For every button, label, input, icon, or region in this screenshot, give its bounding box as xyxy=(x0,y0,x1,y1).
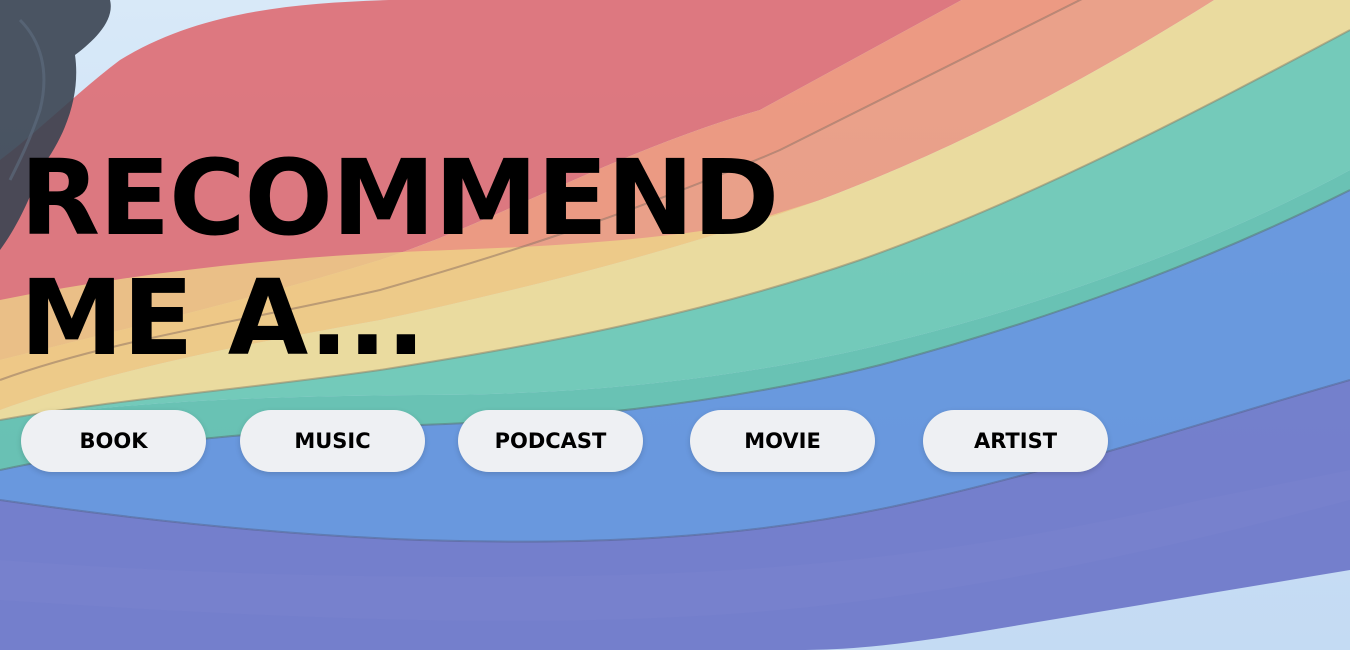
movie-button[interactable]: MOVIE xyxy=(690,410,875,472)
page-headline: RECOMMEND ME A... xyxy=(20,137,779,379)
book-button[interactable]: BOOK xyxy=(21,410,206,472)
headline-line-1: RECOMMEND xyxy=(20,137,779,259)
category-buttons: BOOK MUSIC PODCAST MOVIE ARTIST xyxy=(0,410,1350,472)
artist-button[interactable]: ARTIST xyxy=(923,410,1108,472)
hero-section: RECOMMEND ME A... BOOK MUSIC PODCAST MOV… xyxy=(0,0,1350,650)
music-button[interactable]: MUSIC xyxy=(240,410,425,472)
headline-line-2: ME A... xyxy=(20,257,426,379)
podcast-button[interactable]: PODCAST xyxy=(458,410,643,472)
